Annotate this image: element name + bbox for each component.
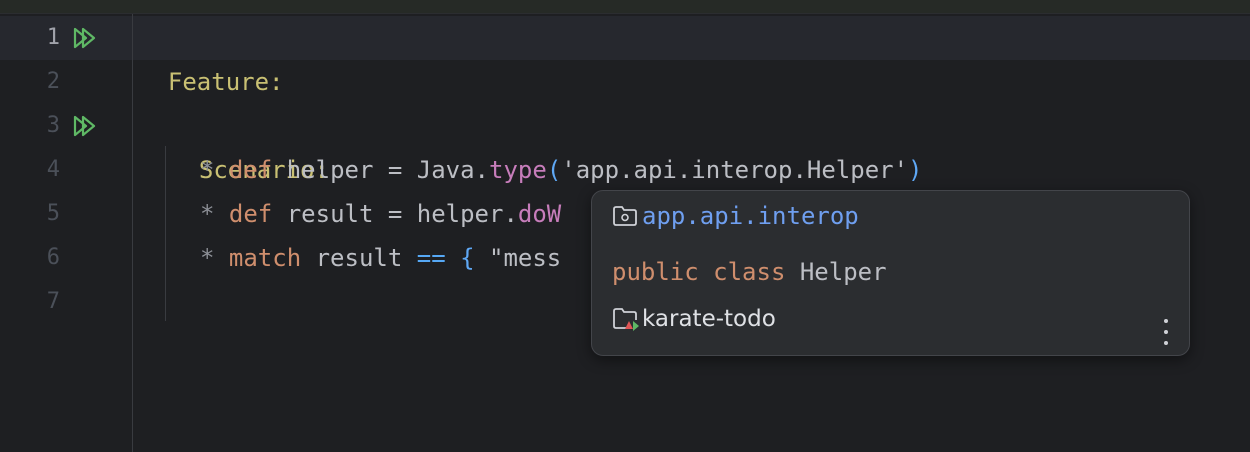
declaration-keyword: public class bbox=[612, 258, 786, 286]
line-number: 7 bbox=[46, 289, 60, 314]
line-number: 2 bbox=[46, 69, 60, 94]
def-keyword: def bbox=[228, 200, 273, 228]
quick-doc-popup: app.api.interop public class Helper kara… bbox=[591, 190, 1190, 356]
line-number: 5 bbox=[46, 201, 60, 226]
indent-guide bbox=[165, 146, 166, 321]
feature-keyword: Feature: bbox=[167, 68, 284, 96]
line-number: 4 bbox=[46, 157, 60, 182]
more-vertical-icon[interactable] bbox=[1161, 319, 1171, 345]
gutter-separator bbox=[132, 14, 133, 452]
code-line-1[interactable]: Feature: bbox=[139, 16, 284, 96]
declaration-name: Helper bbox=[785, 258, 887, 286]
module-folder-icon bbox=[612, 305, 642, 333]
module-name: karate-todo bbox=[642, 306, 776, 332]
run-scenario-icon[interactable] bbox=[72, 104, 102, 148]
package-row[interactable]: app.api.interop bbox=[612, 201, 859, 231]
paren-open: ( bbox=[546, 156, 562, 184]
module-row[interactable]: karate-todo bbox=[612, 303, 776, 335]
code-line-6[interactable]: * match result == { "mess bbox=[200, 236, 561, 280]
run-feature-icon[interactable] bbox=[72, 16, 102, 60]
function-name: doW bbox=[517, 200, 562, 228]
string-literal: 'app.api.interop.Helper' bbox=[561, 156, 909, 184]
declaration-row: public class Helper bbox=[612, 257, 887, 287]
editor-top-bar bbox=[0, 0, 1250, 14]
def-keyword: def bbox=[228, 156, 273, 184]
code-line-4[interactable]: * def helper = Java.type('app.api.intero… bbox=[200, 148, 923, 192]
code-text: result bbox=[301, 244, 417, 272]
code-line-3[interactable]: Scenario: bbox=[170, 104, 329, 184]
match-keyword: match bbox=[228, 244, 302, 272]
code-line-5[interactable]: * def result = helper.doW bbox=[200, 192, 561, 236]
line-number: 6 bbox=[46, 245, 60, 270]
function-name: type bbox=[489, 156, 547, 184]
line-number: 1 bbox=[46, 25, 60, 50]
step-star: * bbox=[200, 200, 215, 228]
brace-open: { bbox=[460, 244, 475, 272]
code-text: helper = Java. bbox=[272, 156, 490, 184]
paren-close: ) bbox=[908, 156, 923, 184]
line-number: 3 bbox=[46, 113, 60, 138]
step-star: * bbox=[200, 156, 215, 184]
package-folder-icon bbox=[612, 203, 642, 229]
package-link[interactable]: app.api.interop bbox=[642, 202, 859, 230]
code-text: result = helper. bbox=[272, 200, 518, 228]
operator: == bbox=[416, 244, 446, 272]
string-literal: "mess bbox=[474, 244, 562, 272]
step-star: * bbox=[200, 244, 215, 272]
